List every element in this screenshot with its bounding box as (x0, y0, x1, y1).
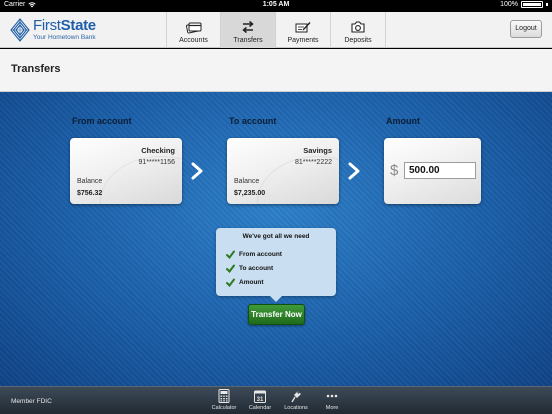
tab-transfers-label: Transfers (233, 37, 263, 44)
camera-icon (351, 21, 365, 33)
from-account-heading: From account (72, 116, 132, 126)
checkmark-icon (226, 278, 235, 287)
footer-more-label: More (325, 405, 339, 411)
checklist-item: From account (226, 250, 282, 259)
transfer-now-button[interactable]: Transfer Now (248, 304, 305, 325)
status-time: 1:05 AM (262, 1, 290, 8)
footer-locations[interactable]: Locations (278, 389, 314, 411)
to-account-name: Savings (303, 146, 332, 155)
to-balance-value: $7,235.00 (234, 190, 266, 197)
from-account-number: 91*****1156 (138, 159, 175, 166)
amount-card: $ 500.00 (384, 138, 481, 204)
transfer-arrows-icon (242, 20, 254, 34)
from-balance-value: $756.32 (77, 190, 103, 197)
chevron-right-icon (191, 162, 203, 180)
firststate-logo-icon (10, 18, 30, 42)
calendar-day: 31 (257, 397, 264, 403)
checkmark-icon (226, 264, 235, 273)
brand-name: FirstState (33, 18, 96, 33)
to-account-number: 81*****2222 (295, 159, 332, 166)
logo-text: FirstState Your Hometown Bank (33, 18, 96, 42)
footer-calculator-label: Calculator (211, 405, 237, 411)
from-account-card[interactable]: Checking 91*****1156 Balance $756.32 (70, 138, 182, 204)
location-pin-icon (291, 391, 301, 403)
tab-payments-label: Payments (287, 37, 319, 44)
brand-name-part2: State (60, 17, 96, 35)
checklist-title: We've got all we need (242, 233, 310, 240)
status-bar-right: 100% (500, 1, 548, 8)
status-bar: Carrier 1:05 AM 100% (0, 0, 552, 12)
chevron-right-icon (348, 162, 360, 180)
footer-bar: Member FDIC Calculator 31 Calendar Locat… (0, 386, 552, 414)
battery-percent: 100% (500, 1, 518, 8)
tab-deposits-label: Deposits (344, 37, 372, 44)
calculator-icon (218, 389, 230, 403)
page-title: Transfers (11, 63, 61, 75)
more-dots-icon (326, 394, 338, 398)
main-nav: Accounts Transfers Payments Deposits (166, 12, 386, 48)
to-balance-label: Balance (234, 178, 260, 185)
footer-locations-label: Locations (284, 405, 308, 411)
calendar-icon: 31 (254, 390, 266, 403)
checkmark-icon (226, 250, 235, 259)
transfer-panel: From account To account Amount Checking … (0, 92, 552, 386)
tab-accounts-label: Accounts (179, 37, 208, 44)
checklist-item: Amount (226, 278, 264, 287)
footer-more[interactable]: More (314, 389, 350, 411)
page-title-bar: Transfers (0, 49, 552, 92)
checklist-item-label: To account (239, 265, 274, 272)
payments-pen-icon (295, 22, 311, 33)
checklist-item-label: From account (239, 251, 282, 258)
brand-name-part1: First (33, 17, 61, 35)
tab-transfers[interactable]: Transfers (221, 12, 276, 48)
brand-tagline: Your Hometown Bank (33, 34, 96, 42)
from-account-name: Checking (141, 146, 175, 155)
logout-button[interactable]: Logout (510, 20, 542, 38)
to-account-heading: To account (229, 116, 277, 126)
checklist-tooltip: We've got all we need From account To ac… (216, 228, 336, 302)
footer-nav: Calculator 31 Calendar Locations More (206, 389, 350, 411)
battery-icon (521, 1, 543, 8)
footer-calculator[interactable]: Calculator (206, 389, 242, 411)
accounts-card-icon (185, 22, 201, 34)
checklist-item-label: Amount (239, 279, 264, 286)
to-account-card[interactable]: Savings 81*****2222 Balance $7,235.00 (227, 138, 339, 204)
tab-accounts[interactable]: Accounts (166, 12, 221, 48)
app-header: FirstState Your Hometown Bank Accounts T… (0, 12, 552, 48)
tab-payments[interactable]: Payments (276, 12, 331, 48)
battery-tip (546, 3, 548, 6)
amount-input[interactable]: 500.00 (404, 162, 476, 179)
currency-symbol: $ (390, 162, 399, 179)
tab-deposits[interactable]: Deposits (331, 12, 386, 48)
amount-heading: Amount (386, 116, 420, 126)
checklist-item: To account (226, 264, 273, 273)
member-fdic-text: Member FDIC (11, 398, 52, 405)
footer-calendar[interactable]: 31 Calendar (242, 389, 278, 411)
footer-calendar-label: Calendar (248, 405, 272, 411)
from-balance-label: Balance (77, 178, 103, 185)
bank-logo[interactable]: FirstState Your Hometown Bank (10, 15, 96, 45)
